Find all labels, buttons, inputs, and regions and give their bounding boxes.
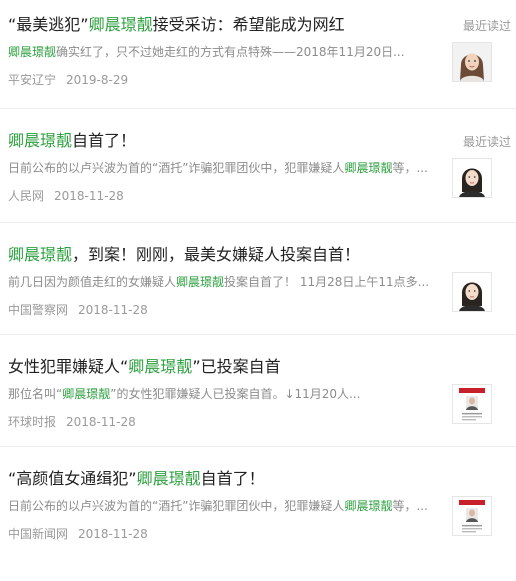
title-highlight: 卿晨璟靓 (136, 469, 201, 488)
article-title[interactable]: 女性犯罪嫌疑人“卿晨璟靓”已投案自首 (8, 356, 281, 378)
article-meta: 平安辽宁 2019-8-29 (8, 72, 128, 88)
wanted-poster-icon[interactable] (452, 384, 492, 424)
title-highlight: 卿晨璟靓 (128, 357, 193, 376)
snippet-text: 那位名叫“ (8, 387, 63, 401)
title-text: 自首了！ (200, 469, 265, 488)
article-title[interactable]: “最美逃犯”卿晨璟靓接受采访：希望能成为网红 (8, 14, 345, 36)
article-date: 2018-11-28 (54, 189, 124, 203)
title-highlight: 卿晨璟靓 (8, 131, 73, 150)
portrait-photo-icon[interactable] (452, 42, 492, 82)
recently-read-label: 最近读过 (462, 19, 511, 33)
article-snippet: 日前公布的以卢兴波为首的“酒托”诈骗犯罪团伙中，犯罪嫌疑人卿晨璟靓等，... (8, 498, 438, 514)
divider (0, 446, 516, 447)
snippet-highlight: 卿晨璟靓 (344, 499, 393, 513)
article-date: 2018-11-28 (78, 303, 148, 317)
snippet-text: 日前公布的以卢兴波为首的“酒托”诈骗犯罪团伙中，犯罪嫌疑人 (8, 161, 345, 175)
article-item[interactable]: “最美逃犯”卿晨璟靓接受采访：希望能成为网红 最近读过 卿晨璟靓确实红了，只不过… (0, 14, 516, 127)
portrait-photo-icon[interactable] (452, 158, 492, 198)
recently-read-label: 最近读过 (462, 135, 511, 149)
article-date: 2018-11-28 (66, 415, 136, 429)
title-text: “最美逃犯” (8, 15, 89, 34)
article-item[interactable]: “高颜值女通缉犯”卿晨璟靓自首了！ 日前公布的以卢兴波为首的“酒托”诈骗犯罪团伙… (0, 468, 516, 581)
snippet-highlight: 卿晨璟靓 (344, 161, 393, 175)
divider (0, 222, 516, 223)
title-text: ，到案！刚刚，最美女嫌疑人投案自首！ (72, 245, 361, 264)
wanted-poster-icon[interactable] (452, 496, 492, 536)
article-title[interactable]: 卿晨璟靓自首了！ (8, 130, 136, 152)
snippet-text: 确实红了，只不过她走红的方式有点特殊——2018年11月20日... (56, 45, 405, 59)
snippet-highlight: 卿晨璟靓 (176, 275, 225, 289)
article-title[interactable]: 卿晨璟靓，到案！刚刚，最美女嫌疑人投案自首！ (8, 244, 360, 266)
article-meta: 环球时报 2018-11-28 (8, 414, 136, 430)
article-meta: 人民网 2018-11-28 (8, 188, 124, 204)
article-snippet: 日前公布的以卢兴波为首的“酒托”诈骗犯罪团伙中，犯罪嫌疑人卿晨璟靓等，... (8, 160, 438, 176)
article-date: 2019-8-29 (66, 73, 129, 87)
divider (0, 334, 516, 335)
portrait-photo-icon[interactable] (452, 272, 492, 312)
article-item[interactable]: 女性犯罪嫌疑人“卿晨璟靓”已投案自首 那位名叫“卿晨璟靓”的女性犯罪嫌疑人已投案… (0, 356, 516, 469)
title-text: 自首了！ (72, 131, 137, 150)
article-source: 平安辽宁 (8, 73, 57, 87)
article-meta: 中国新闻网 2018-11-28 (8, 526, 148, 542)
title-text: “高颜值女通缉犯” (8, 469, 137, 488)
article-snippet: 那位名叫“卿晨璟靓”的女性犯罪嫌疑人已投案自首。↓11月20人... (8, 386, 438, 402)
title-highlight: 卿晨璟靓 (88, 15, 153, 34)
article-snippet: 前几日因为颜值走红的女嫌疑人卿晨璟靓投案自首了！ 11月28日上午11点多... (8, 274, 438, 290)
article-item[interactable]: 卿晨璟靓自首了！ 最近读过 日前公布的以卢兴波为首的“酒托”诈骗犯罪团伙中，犯罪… (0, 130, 516, 243)
article-source: 环球时报 (8, 415, 57, 429)
article-source: 中国新闻网 (8, 527, 69, 541)
article-snippet: 卿晨璟靓确实红了，只不过她走红的方式有点特殊——2018年11月20日... (8, 44, 438, 60)
article-source: 人民网 (8, 189, 45, 203)
title-text: 女性犯罪嫌疑人“ (8, 357, 129, 376)
article-source: 中国警察网 (8, 303, 69, 317)
article-item[interactable]: 卿晨璟靓，到案！刚刚，最美女嫌疑人投案自首！ 前几日因为颜值走红的女嫌疑人卿晨璟… (0, 244, 516, 357)
snippet-highlight: 卿晨璟靓 (8, 45, 57, 59)
article-title[interactable]: “高颜值女通缉犯”卿晨璟靓自首了！ (8, 468, 265, 490)
search-results-list: “最美逃犯”卿晨璟靓接受采访：希望能成为网红 最近读过 卿晨璟靓确实红了，只不过… (0, 0, 516, 552)
title-text: 接受采访：希望能成为网红 (152, 15, 345, 34)
snippet-text: ”的女性犯罪嫌疑人已投案自首。↓11月20人... (110, 387, 361, 401)
snippet-highlight: 卿晨璟靓 (62, 387, 111, 401)
title-highlight: 卿晨璟靓 (8, 245, 73, 264)
snippet-text: 等，... (392, 499, 428, 513)
article-meta: 中国警察网 2018-11-28 (8, 302, 148, 318)
snippet-text: 投案自首了！ 11月28日上午11点多... (224, 275, 430, 289)
snippet-text: 前几日因为颜值走红的女嫌疑人 (8, 275, 177, 289)
article-date: 2018-11-28 (78, 527, 148, 541)
divider (0, 108, 516, 109)
snippet-text: 等，... (392, 161, 428, 175)
title-text: ”已投案自首 (192, 357, 281, 376)
snippet-text: 日前公布的以卢兴波为首的“酒托”诈骗犯罪团伙中，犯罪嫌疑人 (8, 499, 345, 513)
